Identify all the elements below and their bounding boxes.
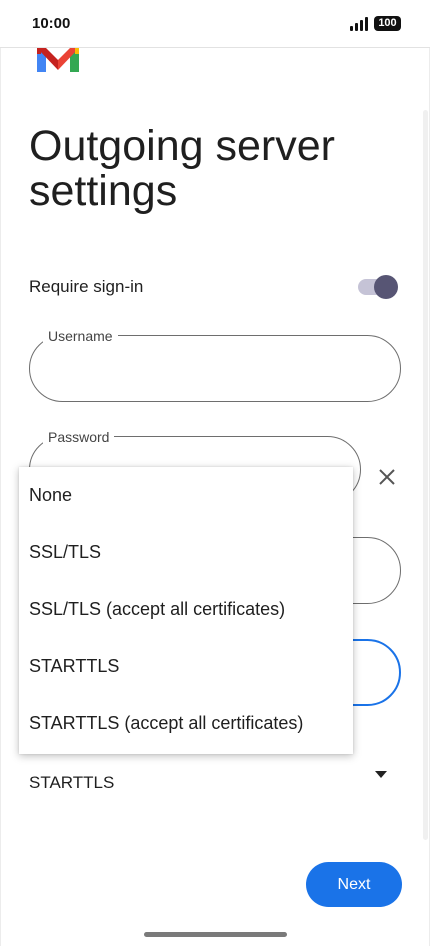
require-signin-label: Require sign-in [29, 277, 144, 296]
menu-item-ssl-tls-accept-all[interactable]: SSL/TLS (accept all certificates) [19, 581, 353, 638]
dropdown-arrow-icon[interactable] [375, 771, 387, 778]
status-time: 10:00 [32, 15, 71, 32]
close-icon[interactable] [376, 466, 398, 488]
battery-icon: 100 [374, 16, 401, 31]
signal-icon [350, 17, 370, 31]
menu-item-none[interactable]: None [19, 467, 353, 524]
battery-level: 100 [378, 17, 397, 29]
home-indicator[interactable] [144, 932, 287, 937]
status-bar: 10:00 100 [0, 0, 430, 48]
scrollbar[interactable] [423, 110, 428, 840]
toggle-thumb [374, 275, 398, 299]
menu-item-ssl-tls[interactable]: SSL/TLS [19, 524, 353, 581]
gmail-logo [37, 48, 79, 72]
frame-edge-left [0, 48, 1, 946]
security-type-select[interactable]: STARTTLS [29, 773, 114, 793]
menu-item-starttls[interactable]: STARTTLS [19, 638, 353, 695]
username-field[interactable] [29, 335, 401, 402]
security-type-menu: None SSL/TLS SSL/TLS (accept all certifi… [19, 467, 353, 754]
password-label: Password [43, 429, 115, 445]
username-label: Username [43, 328, 118, 344]
require-signin-toggle[interactable] [358, 275, 398, 299]
menu-item-starttls-accept-all[interactable]: STARTTLS (accept all certificates) [19, 695, 353, 752]
page-title: Outgoing server settings [29, 122, 335, 215]
next-button[interactable]: Next [306, 862, 402, 907]
